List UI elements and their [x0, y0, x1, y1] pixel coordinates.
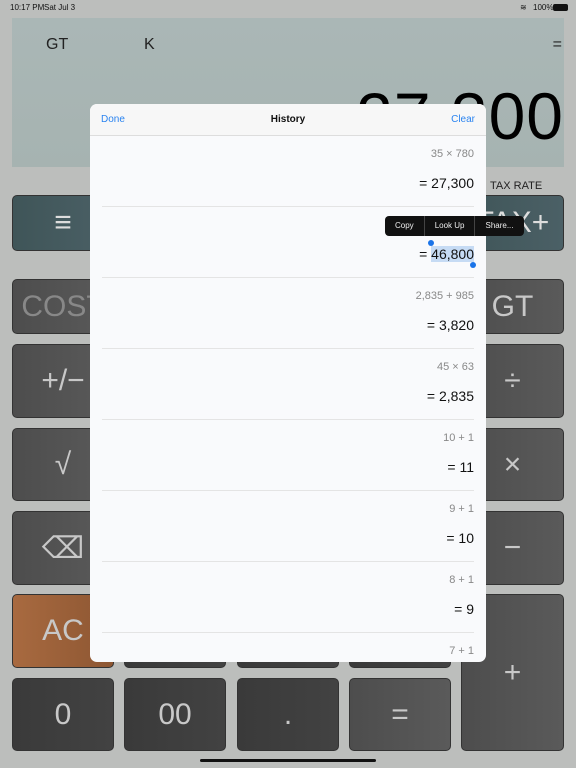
- history-result: = 2,835: [426, 388, 474, 404]
- history-modal: Done History Clear 35 × 780 = 27,300 = 46…: [90, 104, 486, 662]
- backspace-icon: ⌫: [41, 531, 85, 565]
- zero-button[interactable]: 0: [12, 678, 114, 751]
- history-row[interactable]: 8 + 1 = 9: [102, 562, 474, 633]
- history-header: Done History Clear: [90, 104, 486, 136]
- double-zero-button[interactable]: 00: [124, 678, 226, 751]
- history-result: = 3,820: [426, 317, 474, 333]
- history-title: History: [270, 114, 306, 125]
- history-expression: 9 + 1: [449, 503, 474, 515]
- clear-button[interactable]: Clear: [451, 114, 475, 125]
- history-row[interactable]: 10 + 1 = 11: [102, 420, 474, 491]
- history-expression: 10 + 1: [443, 432, 474, 444]
- history-row[interactable]: 2,835 + 985 = 3,820: [102, 278, 474, 349]
- look-up-menu-item[interactable]: Look Up: [425, 216, 476, 236]
- history-result: = 10: [446, 530, 474, 546]
- history-result: = 11: [447, 459, 474, 475]
- selection-handle-end[interactable]: [470, 262, 476, 268]
- battery-icon: [553, 4, 568, 11]
- history-expression: 2,835 + 985: [415, 290, 474, 302]
- history-expression: 7 + 1: [449, 645, 474, 657]
- history-expression: 35 × 780: [430, 148, 474, 160]
- tax-rate-label: TAX RATE: [490, 180, 543, 192]
- battery-level: 100%: [533, 3, 554, 12]
- home-indicator[interactable]: [200, 759, 376, 762]
- history-row[interactable]: 7 + 1: [102, 633, 474, 662]
- selection-handle-start[interactable]: [428, 240, 434, 246]
- history-expression: 45 × 63: [436, 361, 474, 373]
- history-result: = 27,300: [419, 175, 474, 191]
- history-row[interactable]: 45 × 63 = 2,835: [102, 349, 474, 420]
- history-row[interactable]: 35 × 780 = 27,300: [102, 136, 474, 207]
- history-row[interactable]: 9 + 1 = 10: [102, 491, 474, 562]
- selected-text[interactable]: 46,800: [431, 246, 474, 262]
- history-result: = 9: [454, 601, 474, 617]
- share-menu-item[interactable]: Share...: [475, 216, 523, 236]
- equals-button[interactable]: =: [349, 678, 451, 751]
- equals-indicator: =: [552, 36, 562, 53]
- status-time: 10:17 PM: [10, 3, 45, 12]
- gt-indicator: GT: [46, 36, 69, 53]
- context-menu: Copy Look Up Share...: [385, 216, 524, 236]
- equals-prefix: =: [419, 246, 432, 262]
- copy-menu-item[interactable]: Copy: [385, 216, 425, 236]
- wifi-icon: ≋: [520, 3, 527, 12]
- status-date: Sat Jul 3: [44, 3, 76, 12]
- history-expression: 8 + 1: [449, 574, 474, 586]
- decimal-button[interactable]: .: [237, 678, 339, 751]
- k-indicator: K: [144, 36, 155, 53]
- history-result-selected[interactable]: = 46,800: [419, 246, 474, 262]
